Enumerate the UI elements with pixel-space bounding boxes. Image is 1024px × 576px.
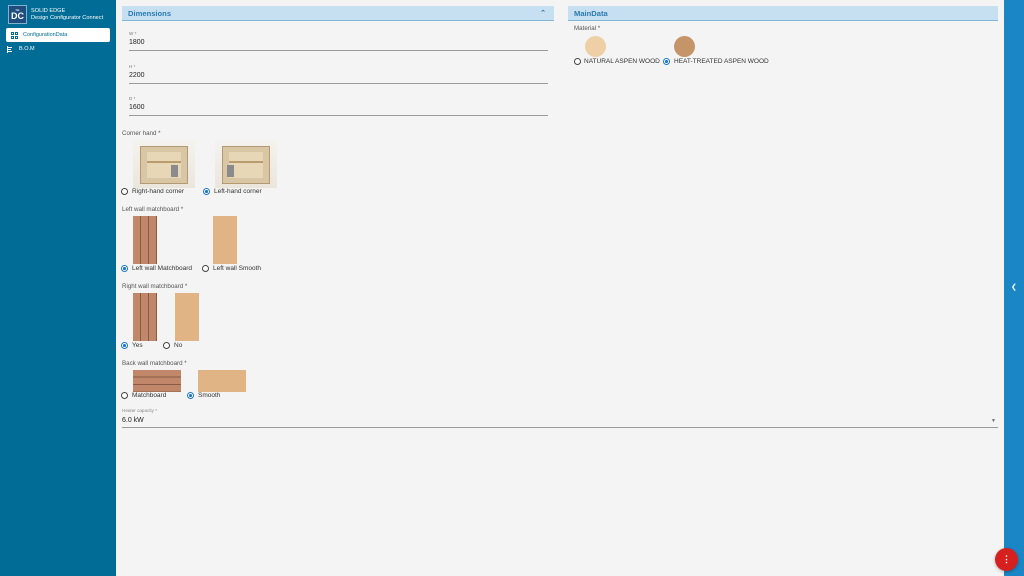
back-wall-label: Back wall matchboard *	[122, 360, 187, 367]
d-field-value[interactable]: 1600	[129, 104, 145, 111]
natural-aspen-radio[interactable]	[574, 58, 581, 65]
d-field-label: D *	[129, 96, 136, 101]
chevron-left-icon[interactable]: ❮	[1011, 283, 1017, 291]
right-wall-label: Right wall matchboard *	[122, 283, 188, 290]
sidebar-item-label: ConfigurationData	[23, 32, 68, 38]
heat-treated-aspen-label[interactable]: HEAT-TREATED ASPEN WOOD	[674, 58, 769, 65]
back-wall-smooth-image[interactable]	[198, 370, 246, 392]
material-label: Material *	[574, 25, 601, 32]
sidebar-item-bom[interactable]: B.O.M	[0, 42, 116, 56]
right-hand-corner-radio[interactable]	[121, 188, 128, 195]
tree-icon	[7, 45, 14, 53]
left-wall-smooth-label[interactable]: Left wall Smooth	[213, 265, 261, 272]
back-wall-matchboard-radio[interactable]	[121, 392, 128, 399]
w-field[interactable]: W * 1800	[129, 31, 548, 51]
more-vertical-icon: ⋮	[1002, 554, 1011, 564]
grid-icon	[11, 31, 18, 39]
maindata-title: MainData	[574, 8, 608, 18]
right-hand-corner-label[interactable]: Right-hand corner	[132, 188, 184, 195]
sidebar: SE DC SOLID EDGE Design Configurator Con…	[0, 0, 116, 576]
heater-capacity-label: Heater capacity *	[122, 408, 157, 413]
brand-line1: SOLID EDGE	[31, 7, 66, 14]
d-field[interactable]: D * 1600	[129, 96, 548, 116]
brand-title: SOLID EDGE Design Configurator Connect	[31, 8, 103, 22]
back-wall-smooth-label[interactable]: Smooth	[198, 392, 220, 399]
dropdown-caret-icon[interactable]: ▼	[991, 418, 996, 424]
dimensions-title: Dimensions	[128, 8, 172, 18]
natural-aspen-swatch[interactable]	[585, 36, 606, 57]
h-field[interactable]: H * 2200	[129, 64, 548, 84]
app-logo: SE DC	[8, 5, 27, 24]
brand-line2: Design Configurator Connect	[31, 14, 104, 21]
sidebar-item-configurationdata[interactable]: ConfigurationData	[6, 28, 110, 42]
back-wall-matchboard-label[interactable]: Matchboard	[132, 392, 166, 399]
right-panel-toggle[interactable]: ❮	[1004, 0, 1024, 576]
right-wall-yes-radio[interactable]	[121, 342, 128, 349]
left-wall-label: Left wall matchboard *	[122, 206, 184, 213]
corner-hand-label: Corner hand *	[122, 130, 161, 137]
back-wall-smooth-radio[interactable]	[187, 392, 194, 399]
right-wall-no-image[interactable]	[175, 293, 199, 341]
heater-capacity-select[interactable]: Heater capacity * 6.0 kW ▼	[122, 408, 998, 428]
right-wall-no-radio[interactable]	[163, 342, 170, 349]
h-field-label: H *	[129, 64, 136, 69]
heat-treated-aspen-swatch[interactable]	[674, 36, 695, 57]
left-wall-smooth-image[interactable]	[213, 216, 237, 264]
left-wall-matchboard-label[interactable]: Left wall Matchboard	[132, 265, 192, 272]
heater-capacity-value[interactable]: 6.0 kW	[122, 417, 144, 424]
brand-header: SE DC SOLID EDGE Design Configurator Con…	[0, 0, 116, 24]
left-hand-corner-image[interactable]	[215, 140, 277, 188]
more-actions-button[interactable]: ⋮	[995, 548, 1018, 571]
left-wall-smooth-radio[interactable]	[202, 265, 209, 272]
chevron-up-icon[interactable]: ⌃	[540, 9, 546, 17]
sidebar-nav: ConfigurationData B.O.M	[0, 28, 116, 56]
left-hand-corner-radio[interactable]	[203, 188, 210, 195]
h-field-value[interactable]: 2200	[129, 72, 145, 79]
right-wall-yes-image[interactable]	[133, 293, 157, 341]
left-wall-matchboard-image[interactable]	[133, 216, 157, 264]
heat-treated-aspen-radio[interactable]	[663, 58, 670, 65]
left-wall-matchboard-radio[interactable]	[121, 265, 128, 272]
back-wall-matchboard-image[interactable]	[133, 370, 181, 392]
w-field-value[interactable]: 1800	[129, 39, 145, 46]
natural-aspen-label[interactable]: NATURAL ASPEN WOOD	[584, 58, 660, 65]
left-hand-corner-label[interactable]: Left-hand corner	[214, 188, 262, 195]
maindata-panel-header[interactable]: MainData	[568, 6, 998, 21]
w-field-label: W *	[129, 31, 137, 36]
main-content: Dimensions ⌃ MainData W * 1800 H * 2200 …	[116, 0, 1004, 576]
dimensions-panel-header[interactable]: Dimensions ⌃	[122, 6, 554, 21]
right-wall-yes-label[interactable]: Yes	[132, 342, 143, 349]
sidebar-item-label: B.O.M	[19, 46, 35, 52]
right-wall-no-label[interactable]: No	[174, 342, 182, 349]
logo-text: DC	[11, 10, 24, 21]
right-hand-corner-image[interactable]	[133, 140, 195, 188]
